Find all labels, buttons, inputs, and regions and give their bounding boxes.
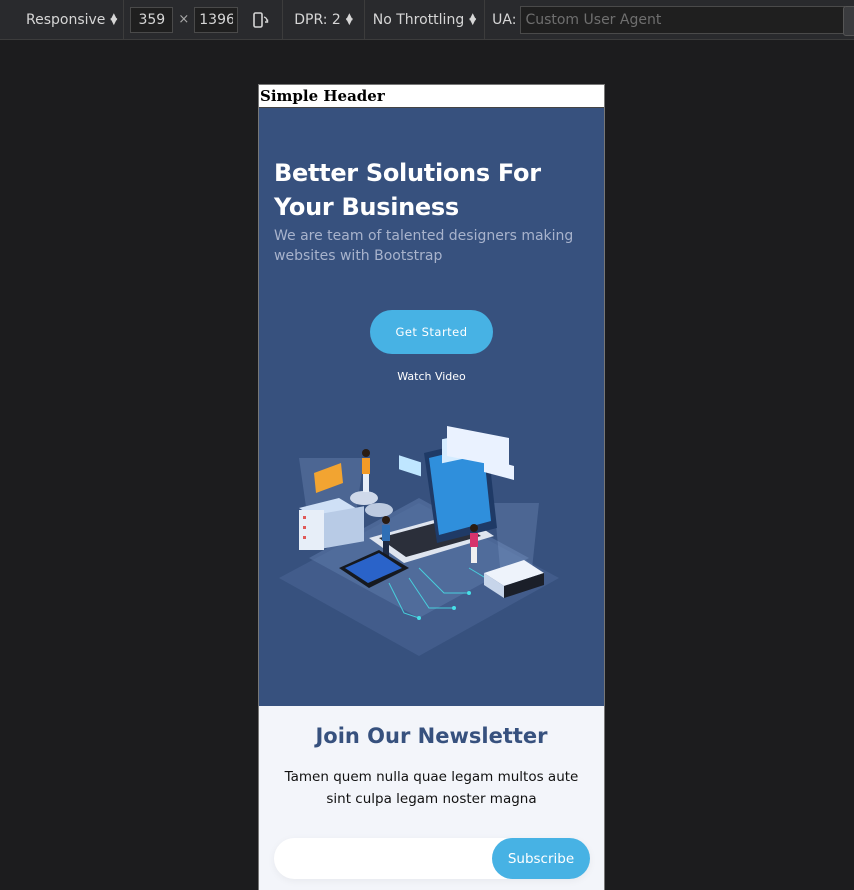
select-arrows-icon: ▲ ▼ [469, 11, 477, 27]
dpr-select[interactable]: DPR: 2 ▲ ▼ [288, 12, 359, 28]
newsletter-text: Tamen quem nulla quae legam multos aute … [284, 769, 579, 807]
user-agent-input[interactable] [520, 5, 846, 34]
dimension-separator: × [178, 12, 190, 27]
hero-subtitle: We are team of talented designers making… [274, 228, 574, 264]
device-select-segment: Responsive ▲ ▼ [0, 0, 125, 39]
height-input[interactable] [194, 6, 239, 33]
dpr-segment: DPR: 2 ▲ ▼ [283, 0, 365, 39]
emulated-viewport: Simple Header Better Solutions For Your … [258, 84, 605, 890]
email-field[interactable] [274, 838, 494, 879]
device-select-label: Responsive [26, 11, 106, 28]
dpr-label: DPR: 2 [294, 11, 341, 28]
get-started-button[interactable]: Get Started [370, 310, 493, 354]
throttling-label: No Throttling [372, 11, 465, 28]
toolbar-menu-button[interactable] [843, 6, 854, 36]
rotate-icon[interactable] [246, 5, 276, 35]
hero-illustration [279, 426, 559, 656]
device-toolbar: Responsive ▲▼ × DPR: 2 ▲▼ No Throttling … [0, 0, 854, 40]
ua-segment: UA: [485, 5, 846, 34]
dimensions-segment: × [124, 0, 284, 39]
width-input[interactable] [130, 6, 174, 33]
select-arrows-icon: ▲ ▼ [345, 11, 353, 27]
device-select[interactable]: Responsive ▲ ▼ [20, 12, 123, 28]
hero-section: Better Solutions For Your Business We ar… [259, 108, 604, 706]
hero-title: Better Solutions For Your Business [274, 159, 541, 221]
throttling-select[interactable]: No Throttling ▲ ▼ [367, 12, 482, 28]
subscribe-button[interactable]: Subscribe [492, 838, 590, 879]
throttling-segment: No Throttling ▲ ▼ [365, 0, 486, 39]
newsletter-title: Join Our Newsletter [315, 724, 548, 748]
newsletter-form: Subscribe [274, 838, 590, 879]
newsletter-section: Join Our Newsletter Tamen quem nulla qua… [259, 706, 604, 890]
select-arrows-icon: ▲ ▼ [110, 11, 118, 27]
ua-label: UA: [492, 11, 517, 28]
site-header: Simple Header [259, 85, 604, 108]
watch-video-link[interactable]: Watch Video [259, 370, 604, 383]
